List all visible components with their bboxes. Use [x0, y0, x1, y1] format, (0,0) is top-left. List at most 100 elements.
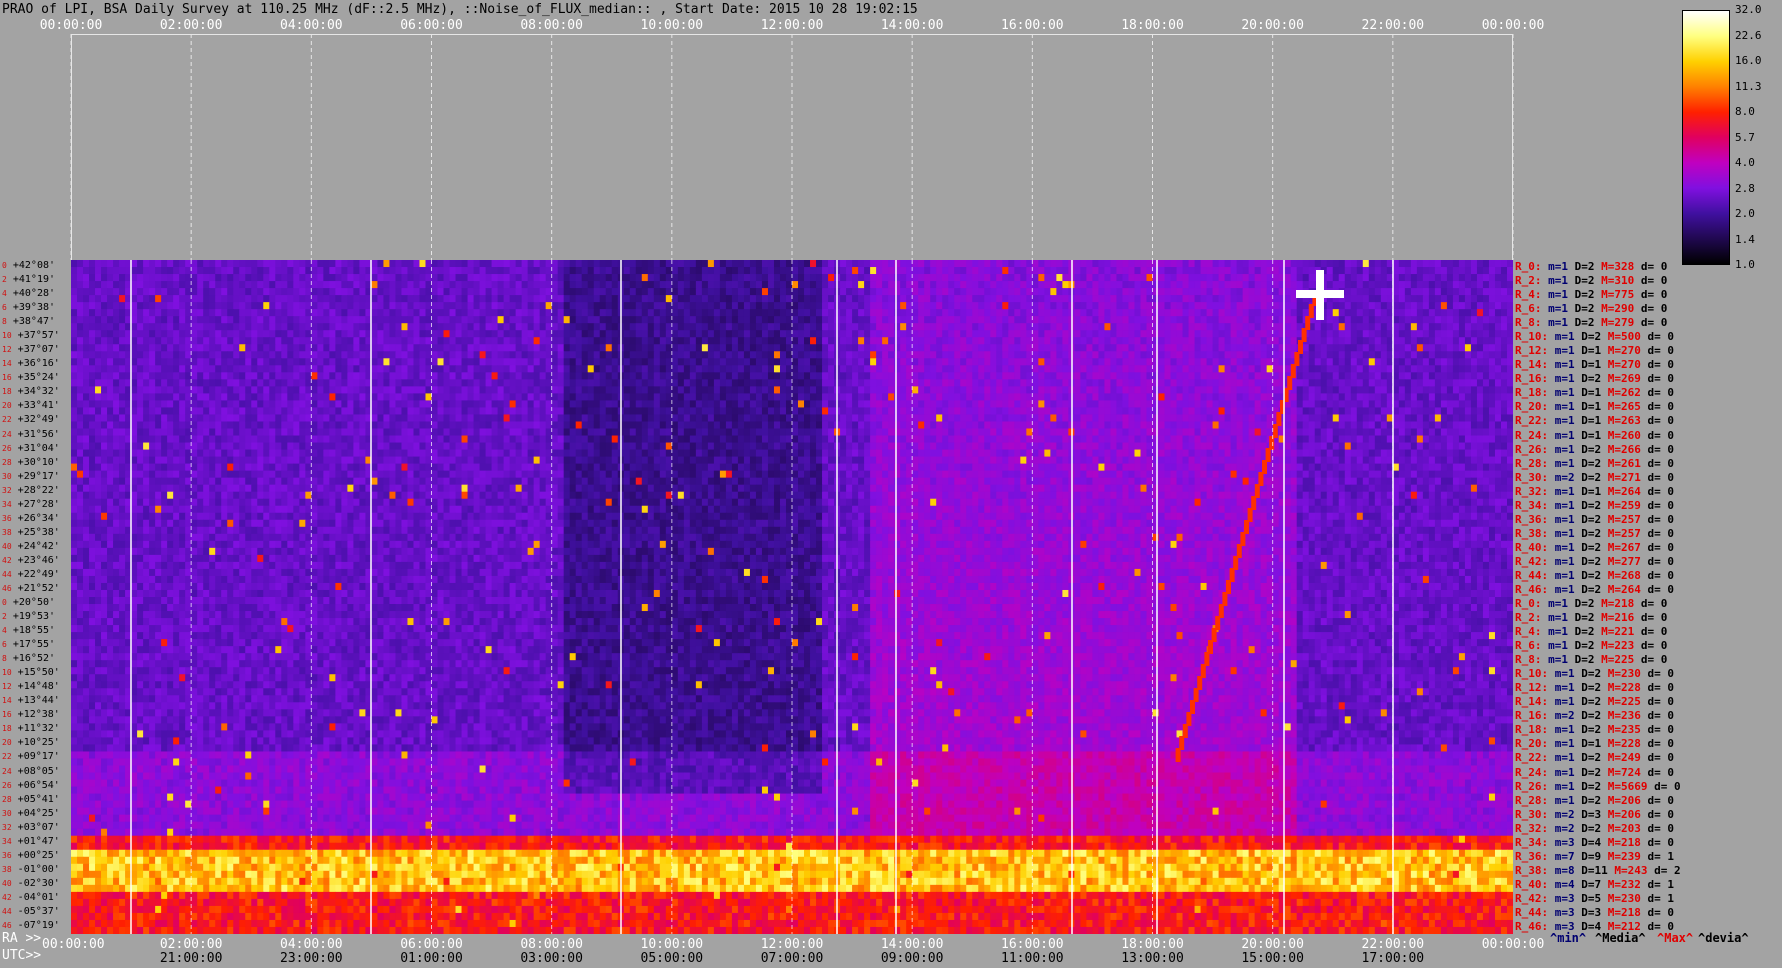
heatmap-cell	[690, 365, 697, 373]
heatmap-cell	[419, 302, 426, 310]
heatmap-cell	[1471, 323, 1478, 331]
heatmap-cell	[1471, 330, 1478, 338]
heatmap-cell	[1189, 330, 1196, 338]
heatmap-cell	[311, 393, 318, 401]
heatmap-cell	[780, 330, 787, 338]
heatmap-cell	[870, 372, 877, 380]
heatmap-cell	[1345, 365, 1352, 373]
heatmap-cell	[293, 281, 300, 289]
heatmap-cell	[1213, 372, 1220, 380]
heatmap-cell	[978, 281, 985, 289]
heatmap-cell	[558, 330, 565, 338]
heatmap-cell	[1345, 302, 1352, 310]
heatmap-cell	[612, 330, 619, 338]
heatmap-cell	[1225, 281, 1232, 289]
heatmap-cell	[702, 344, 709, 352]
heatmap-cell	[1225, 316, 1232, 324]
heatmap-cell	[582, 281, 589, 289]
heatmap-cell	[588, 379, 595, 387]
heatmap-cell	[77, 386, 84, 394]
heatmap-cell	[828, 288, 835, 296]
heatmap-cell	[576, 372, 583, 380]
heatmap-cell	[221, 351, 228, 359]
heatmap-cell	[1321, 337, 1328, 345]
heatmap-cell	[450, 295, 457, 303]
heatmap-cell	[215, 295, 222, 303]
heatmap-cell	[1008, 400, 1015, 408]
heatmap-cell	[1104, 351, 1111, 359]
heatmap-cell	[822, 288, 829, 296]
heatmap-cell	[858, 344, 865, 352]
heatmap-cell	[101, 400, 108, 408]
heatmap-cell	[528, 337, 535, 345]
heatmap-cell	[197, 330, 204, 338]
heatmap-cell	[876, 323, 883, 331]
heatmap-cell	[407, 358, 414, 366]
heatmap-cell	[702, 330, 709, 338]
heatmap-cell	[996, 337, 1003, 345]
heatmap-cell	[251, 351, 258, 359]
heatmap-cell	[1411, 379, 1418, 387]
heatmap-cell	[954, 379, 961, 387]
heatmap-cell	[203, 330, 210, 338]
heatmap-cell	[323, 274, 330, 282]
heatmap-cell	[1219, 386, 1226, 394]
heatmap-cell	[456, 351, 463, 359]
heatmap-cell	[636, 351, 643, 359]
heatmap-cell	[395, 344, 402, 352]
heatmap-cell	[1357, 302, 1364, 310]
heatmap-cell	[239, 358, 246, 366]
heatmap-cell	[1327, 274, 1334, 282]
heatmap-cell	[612, 386, 619, 394]
heatmap-cell	[696, 260, 703, 268]
heatmap-cell	[648, 372, 655, 380]
heatmap-cell	[768, 393, 775, 401]
heatmap-cell	[570, 400, 577, 408]
heatmap-cell	[582, 358, 589, 366]
heatmap-cell	[1315, 323, 1322, 331]
heatmap-cell	[702, 295, 709, 303]
heatmap-cell	[1495, 337, 1502, 345]
heatmap-cell	[552, 351, 559, 359]
heatmap-cell	[77, 358, 84, 366]
heatmap-cell	[510, 351, 517, 359]
heatmap-cell	[1189, 281, 1196, 289]
heatmap-cell	[1249, 330, 1256, 338]
heatmap-cell	[468, 365, 475, 373]
heatmap-cell	[1453, 309, 1460, 317]
heatmap-cell	[486, 386, 493, 394]
heatmap-cell	[1429, 337, 1436, 345]
heatmap-cell	[77, 295, 84, 303]
heatmap-cell	[996, 302, 1003, 310]
heatmap-cell	[1249, 365, 1256, 373]
heatmap-cell	[1008, 309, 1015, 317]
heatmap-cell	[768, 365, 775, 373]
heatmap-cell	[828, 274, 835, 282]
heatmap-cell	[1363, 260, 1370, 268]
heatmap-cell	[1231, 379, 1238, 387]
heatmap-cell	[131, 309, 138, 317]
heatmap-cell	[774, 281, 781, 289]
heatmap-cell	[1044, 267, 1051, 275]
heatmap-cell	[419, 372, 426, 380]
heatmap-cell	[1050, 281, 1057, 289]
heatmap-cell	[1285, 323, 1292, 331]
heatmap-cell	[468, 288, 475, 296]
heatmap-cell	[678, 302, 685, 310]
heatmap-cell	[1381, 351, 1388, 359]
heatmap-cell	[576, 267, 583, 275]
heatmap-cell	[762, 316, 769, 324]
heatmap-cell	[438, 393, 445, 401]
heatmap-cell	[738, 400, 745, 408]
heatmap-cell	[504, 365, 511, 373]
heatmap-cell	[161, 358, 168, 366]
heatmap-cell	[335, 316, 342, 324]
heatmap-cell	[936, 288, 943, 296]
heatmap-cell	[492, 351, 499, 359]
heatmap-cell	[1219, 393, 1226, 401]
heatmap-cell	[209, 260, 216, 268]
heatmap-cell	[257, 295, 264, 303]
heatmap-cell	[251, 288, 258, 296]
heatmap-cell	[1171, 288, 1178, 296]
heatmap-cell	[1333, 330, 1340, 338]
